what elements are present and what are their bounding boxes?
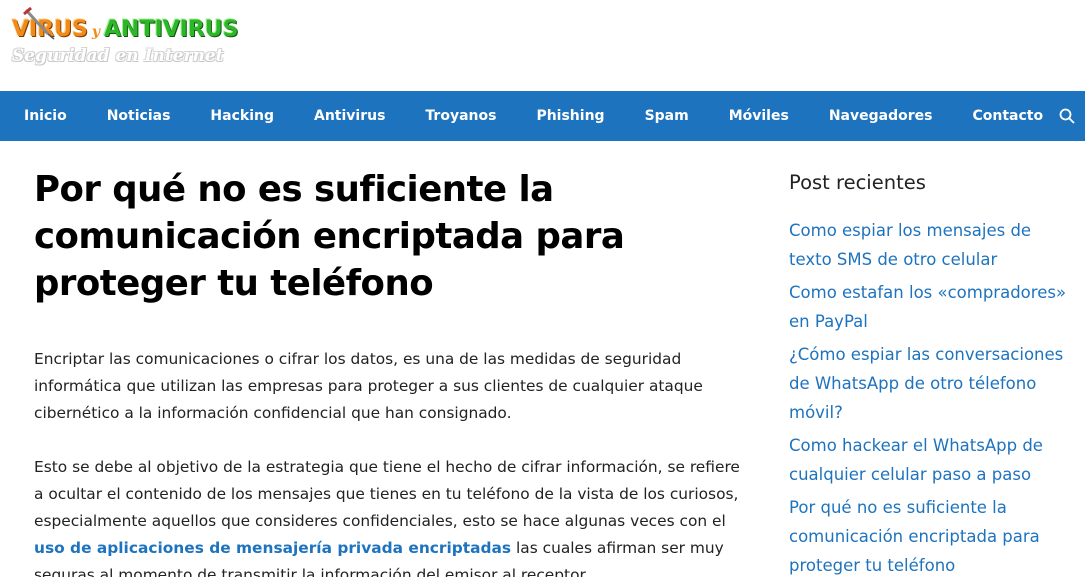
article: Por qué no es suficiente la comunicación…: [34, 141, 759, 577]
logo-tagline: Seguridad en Internet: [12, 46, 224, 66]
recent-post-line: de WhatsApp de otro télefono: [789, 374, 1037, 393]
article-paragraph: Esto se debe al objetivo de la estrategi…: [34, 454, 759, 577]
paragraph-line: informática que utilizan las empresas pa…: [34, 377, 703, 395]
recent-post-link[interactable]: ¿Cómo espiar las conversaciones de WhatsA…: [789, 340, 1085, 427]
recent-posts-title: Post recientes: [789, 171, 926, 194]
sidebar: Post recientes Como espiar los mensajes …: [789, 141, 1085, 577]
post-title: Por qué no es suficiente la comunicación…: [34, 166, 759, 307]
recent-post-link[interactable]: Como estafan los «compradores» en PayPal: [789, 278, 1085, 336]
nav-item-moviles[interactable]: Móviles: [709, 91, 809, 141]
nav-item-antivirus[interactable]: Antivirus: [294, 91, 405, 141]
nav-item-spam[interactable]: Spam: [625, 91, 709, 141]
nav-item-troyanos[interactable]: Troyanos: [405, 91, 516, 141]
paragraph-line: seguras al momento de transmitir la info…: [34, 566, 590, 577]
syringe-icon: [23, 6, 55, 40]
site-header: VIRUS y ANTIVIRUS Seguridad en Internet: [0, 0, 1085, 91]
article-link-encrypted-apps[interactable]: uso de aplicaciones de mensajería privad…: [34, 539, 511, 557]
recent-post-line: comunicación encriptada para: [789, 527, 1040, 546]
nav-item-hacking[interactable]: Hacking: [190, 91, 294, 141]
nav-search-button[interactable]: [1059, 91, 1085, 141]
nav-item-navegadores[interactable]: Navegadores: [809, 91, 953, 141]
recent-post-line: texto SMS de otro celular: [789, 250, 998, 269]
site-logo[interactable]: VIRUS y ANTIVIRUS Seguridad en Internet: [12, 6, 242, 72]
recent-post-line: cualquier celular paso a paso: [789, 465, 1032, 484]
post-title-line: Por qué no es suficiente la: [34, 169, 554, 210]
paragraph-line: uso de aplicaciones de mensajería privad…: [34, 535, 759, 562]
recent-post-line: proteger tu teléfono: [789, 556, 956, 575]
recent-posts-list: Como espiar los mensajes de texto SMS de …: [789, 216, 1085, 577]
logo-word-antivirus: ANTIVIRUS: [104, 17, 239, 42]
paragraph-line: cibernético a la información confidencia…: [34, 404, 512, 422]
recent-post-link[interactable]: Como espiar los mensajes de texto SMS de …: [789, 216, 1085, 274]
paragraph-line: Esto se debe al objetivo de la estrategi…: [34, 458, 740, 476]
logo-joiner: y: [91, 24, 101, 40]
recent-post-link[interactable]: Por qué no es suficiente la comunicación …: [789, 493, 1085, 577]
main-navigation: Inicio Noticias Hacking Antivirus Troyanos Ph…: [0, 91, 1085, 141]
recent-post-line: Como espiar los mensajes de: [789, 221, 1032, 240]
nav-menu: Inicio Noticias Hacking Antivirus Troyanos Ph…: [0, 91, 1085, 141]
recent-post-link[interactable]: Como hackear el WhatsApp de cualquier cel…: [789, 431, 1085, 489]
recent-post-line: Por qué no es suficiente la: [789, 498, 1007, 517]
nav-item-noticias[interactable]: Noticias: [87, 91, 191, 141]
paragraph-text: las cuales afirman ser muy: [511, 539, 724, 557]
paragraph-line: especialmente aquellos que consideres co…: [34, 512, 726, 530]
nav-item-contacto[interactable]: Contacto: [952, 91, 1063, 141]
recent-post-line: en PayPal: [789, 312, 868, 331]
nav-item-phishing[interactable]: Phishing: [516, 91, 624, 141]
post-title-line: comunicación encriptada para: [34, 216, 625, 257]
paragraph-line: Encriptar las comunicaciones o cifrar lo…: [34, 350, 682, 368]
recent-post-line: ¿Cómo espiar las conversaciones: [789, 345, 1064, 364]
paragraph-line: a ocultar el contenido de los mensajes q…: [34, 485, 739, 503]
nav-item-inicio[interactable]: Inicio: [4, 91, 87, 141]
post-title-line: proteger tu teléfono: [34, 263, 434, 304]
recent-post-line: Como estafan los «compradores»: [789, 283, 1067, 302]
article-paragraph: Encriptar las comunicaciones o cifrar lo…: [34, 346, 759, 427]
search-icon: [1059, 108, 1075, 124]
recent-post-line: móvil?: [789, 403, 843, 422]
recent-post-line: Como hackear el WhatsApp de: [789, 436, 1043, 455]
